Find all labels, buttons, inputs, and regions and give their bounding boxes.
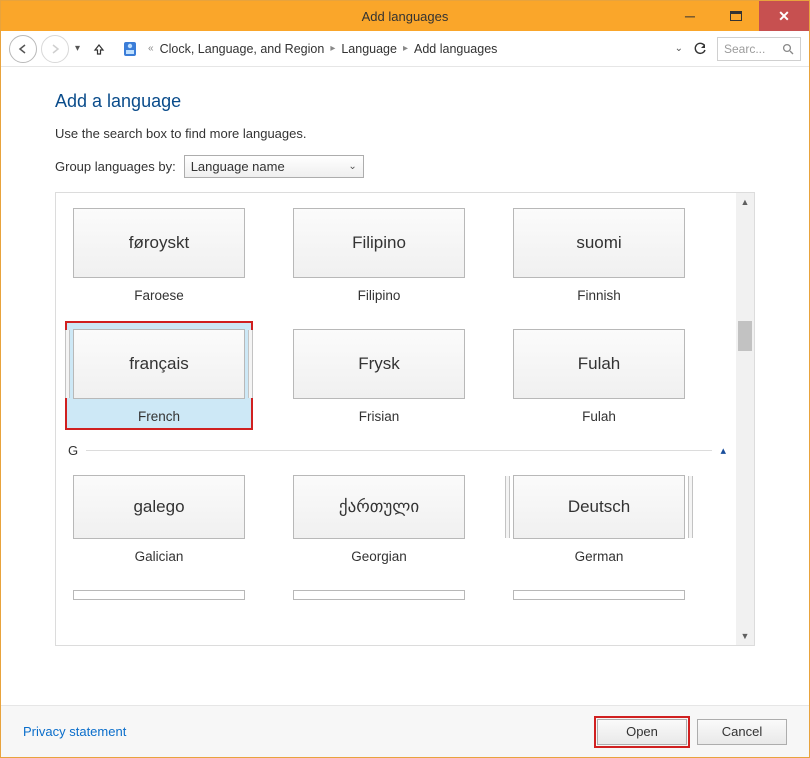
language-label: Galician — [135, 549, 184, 564]
breadcrumb-prefix: « — [148, 43, 154, 54]
section-letter: G — [68, 443, 78, 458]
language-list: føroyskt Faroese Filipino Filipino suomi… — [55, 192, 755, 646]
language-label: French — [138, 409, 180, 424]
language-grid-g: galego Galician ქართული Georgian Deutsch… — [66, 468, 726, 605]
minimize-button[interactable]: ─ — [667, 1, 713, 31]
section-divider — [86, 450, 712, 451]
language-item-finnish[interactable]: suomi Finnish — [506, 201, 692, 308]
content-area: Add a language Use the search box to fin… — [1, 67, 809, 705]
close-button[interactable]: ✕ — [759, 1, 809, 31]
language-tile — [73, 590, 245, 600]
language-label: Faroese — [134, 288, 184, 303]
language-item-partial[interactable] — [286, 583, 472, 605]
page-heading: Add a language — [55, 91, 755, 112]
language-tile — [513, 590, 685, 600]
scroll-down-button[interactable]: ▼ — [736, 627, 754, 645]
search-input[interactable]: Searc... — [717, 37, 801, 61]
language-item-partial[interactable] — [66, 583, 252, 605]
page-hint: Use the search box to find more language… — [55, 126, 755, 141]
language-item-french[interactable]: français French — [66, 322, 252, 429]
language-grid-f: føroyskt Faroese Filipino Filipino suomi… — [66, 201, 726, 429]
section-header-g[interactable]: G ▴ — [68, 443, 726, 458]
refresh-button[interactable] — [693, 42, 707, 56]
language-label: Filipino — [358, 288, 401, 303]
language-item-filipino[interactable]: Filipino Filipino — [286, 201, 472, 308]
search-icon — [782, 43, 794, 55]
window: Add languages ─ ✕ ▾ « Clo — [0, 0, 810, 758]
language-tile: føroyskt — [73, 208, 245, 278]
language-tile: galego — [73, 475, 245, 539]
window-controls: ─ ✕ — [667, 1, 809, 31]
language-label: Georgian — [351, 549, 407, 564]
scroll-thumb[interactable] — [738, 321, 752, 351]
scrollbar[interactable]: ▲ ▼ — [736, 193, 754, 645]
privacy-link[interactable]: Privacy statement — [23, 724, 126, 739]
language-label: German — [575, 549, 624, 564]
chevron-down-icon: ⌄ — [348, 161, 356, 172]
language-item-partial[interactable] — [506, 583, 692, 605]
group-by-value: Language name — [191, 159, 285, 174]
nav-up-button[interactable] — [92, 42, 106, 56]
language-label: Finnish — [577, 288, 621, 303]
language-tile: Filipino — [293, 208, 465, 278]
group-by-row: Group languages by: Language name ⌄ — [55, 155, 755, 178]
breadcrumb-item[interactable]: Clock, Language, and Region — [160, 42, 325, 56]
breadcrumb-item[interactable]: Language — [341, 42, 397, 56]
breadcrumb-item[interactable]: Add languages — [414, 42, 497, 56]
scroll-up-button[interactable]: ▲ — [736, 193, 754, 211]
group-by-label: Group languages by: — [55, 159, 176, 174]
language-tile — [293, 590, 465, 600]
control-panel-icon — [120, 39, 140, 59]
titlebar: Add languages ─ ✕ — [1, 1, 809, 31]
language-label: Fulah — [582, 409, 616, 424]
nav-back-button[interactable] — [9, 35, 37, 63]
breadcrumb[interactable]: « Clock, Language, and Region ▸ Language… — [148, 42, 671, 56]
open-button[interactable]: Open — [597, 719, 687, 745]
chevron-right-icon: ▸ — [330, 43, 335, 54]
language-item-fulah[interactable]: Fulah Fulah — [506, 322, 692, 429]
nav-forward-button[interactable] — [41, 35, 69, 63]
group-by-dropdown[interactable]: Language name ⌄ — [184, 155, 364, 178]
chevron-right-icon: ▸ — [403, 43, 408, 54]
language-tile: Frysk — [293, 329, 465, 399]
nav-history-dropdown[interactable]: ▾ — [75, 43, 80, 54]
language-label: Frisian — [359, 409, 400, 424]
language-item-georgian[interactable]: ქართული Georgian — [286, 468, 472, 569]
language-item-galician[interactable]: galego Galician — [66, 468, 252, 569]
search-placeholder: Searc... — [724, 42, 765, 56]
language-item-faroese[interactable]: føroyskt Faroese — [66, 201, 252, 308]
language-tile: ქართული — [293, 475, 465, 539]
language-item-frisian[interactable]: Frysk Frisian — [286, 322, 472, 429]
language-list-body: føroyskt Faroese Filipino Filipino suomi… — [56, 193, 736, 645]
language-tile: suomi — [513, 208, 685, 278]
language-tile: Deutsch — [513, 475, 685, 539]
language-item-german[interactable]: Deutsch German — [506, 468, 692, 569]
maximize-button[interactable] — [713, 1, 759, 31]
footer: Privacy statement Open Cancel — [1, 705, 809, 757]
cancel-button[interactable]: Cancel — [697, 719, 787, 745]
collapse-icon: ▴ — [720, 444, 726, 457]
nav-bar: ▾ « Clock, Language, and Region ▸ Langua… — [1, 31, 809, 67]
nav-tail: ⌄ Searc... — [675, 37, 801, 61]
language-tile: Fulah — [513, 329, 685, 399]
language-tile: français — [73, 329, 245, 399]
address-dropdown[interactable]: ⌄ — [675, 43, 683, 54]
